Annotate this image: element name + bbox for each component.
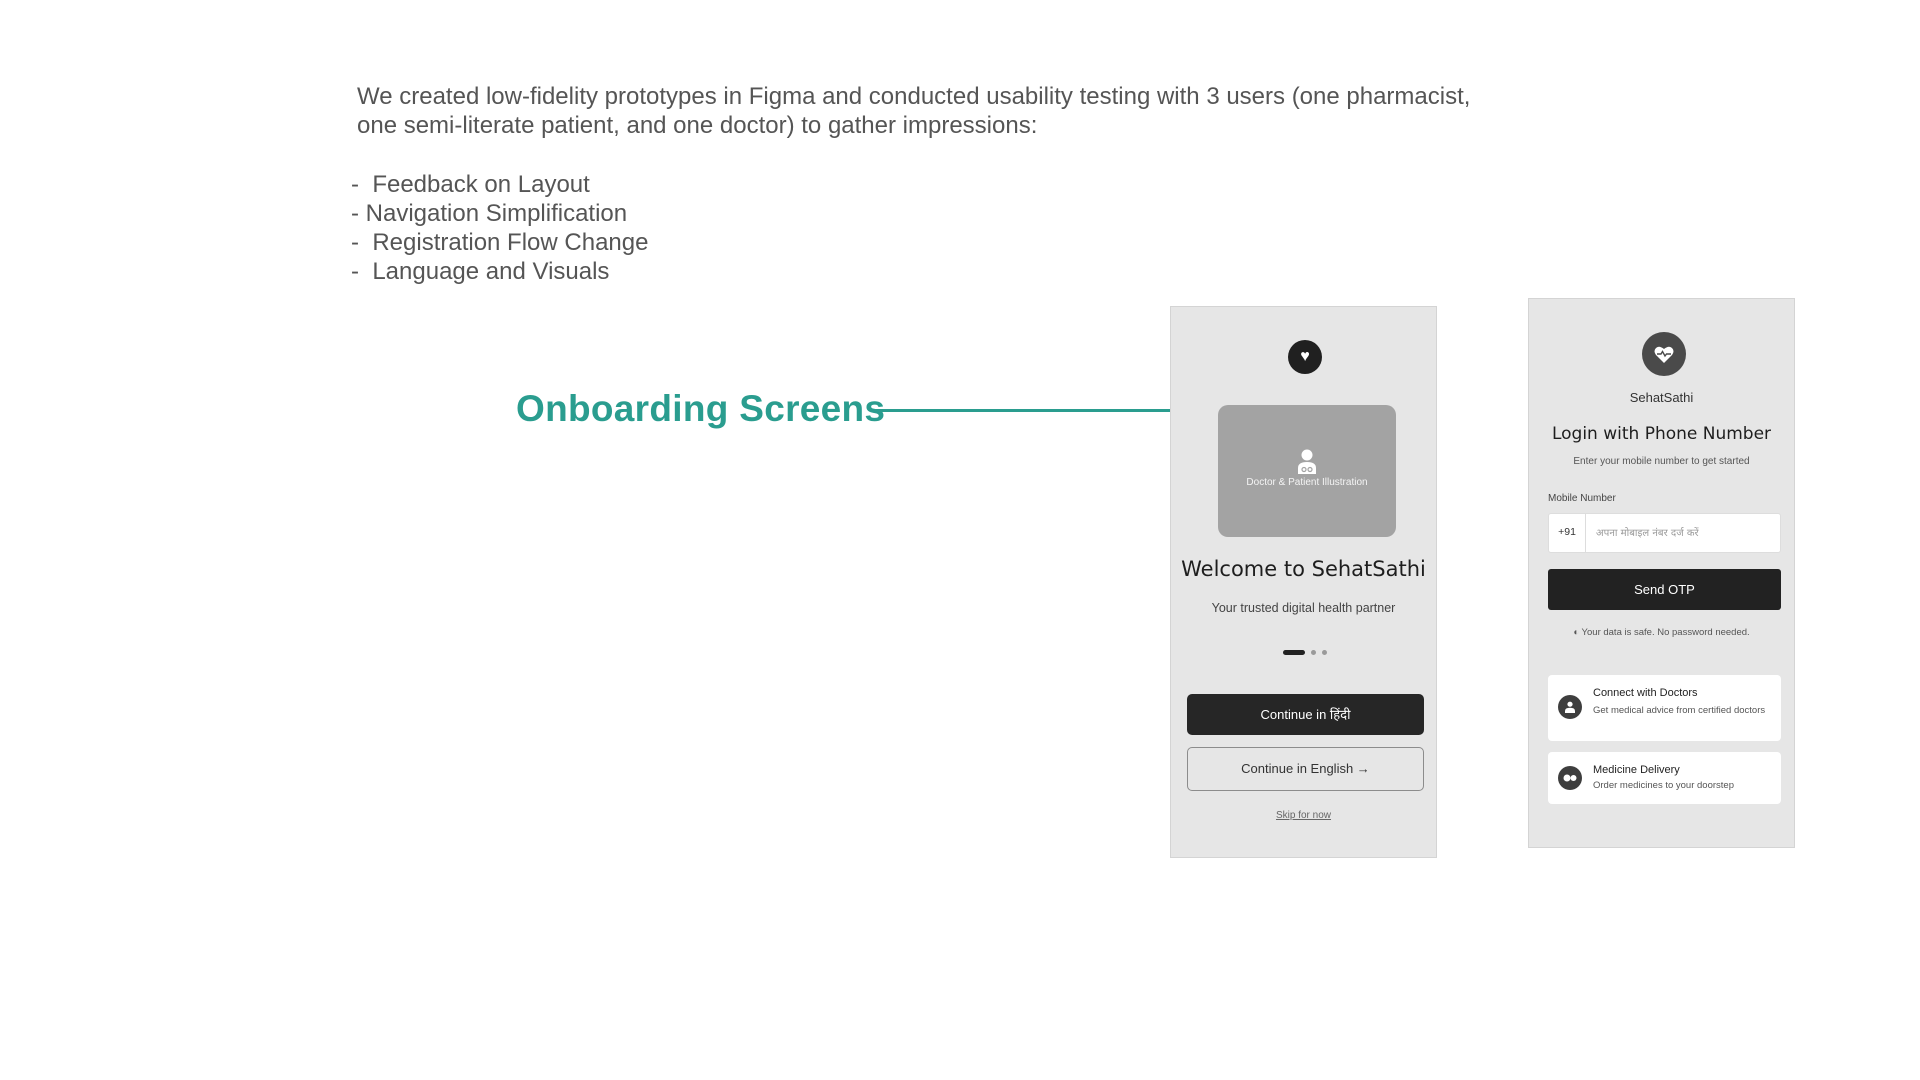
illustration-label: Doctor & Patient Illustration <box>1246 477 1368 488</box>
welcome-subtitle: Your trusted digital health partner <box>1211 601 1396 615</box>
login-subtitle: Enter your mobile number to get started <box>1573 456 1750 467</box>
doctor-icon <box>1558 695 1582 719</box>
feature-description: Get medical advice from certified doctor… <box>1593 705 1766 716</box>
welcome-title: Welcome to SehatSathi <box>1181 557 1426 581</box>
pager-dot[interactable] <box>1322 650 1327 655</box>
heart-icon: ♥ <box>1288 340 1322 374</box>
mobile-number-label: Mobile Number <box>1548 493 1616 504</box>
login-screen-mockup: SehatSathi Login with Phone Number Enter… <box>1528 298 1795 848</box>
country-code[interactable]: +91 <box>1549 514 1586 552</box>
feedback-item: - Navigation Simplification <box>351 200 628 227</box>
data-safety-note: ◐ Your data is safe. No password needed. <box>1573 627 1750 638</box>
send-otp-button[interactable]: Send OTP <box>1548 569 1781 610</box>
feature-description: Order medicines to your doorstep <box>1593 780 1734 791</box>
pills-icon <box>1558 766 1582 790</box>
feedback-item: - Registration Flow Change <box>351 229 649 256</box>
feedback-list: - Feedback on Layout - Navigation Simpli… <box>351 170 648 286</box>
continue-hindi-button[interactable]: Continue in हिंदी <box>1187 694 1424 735</box>
mobile-number-input[interactable] <box>1586 514 1776 552</box>
login-title: Login with Phone Number <box>1551 424 1772 444</box>
skip-link[interactable]: Skip for now <box>1171 810 1436 821</box>
illustration-placeholder: Doctor & Patient Illustration <box>1218 405 1396 537</box>
feature-title: Medicine Delivery <box>1593 764 1680 776</box>
onboarding-annotation-label: Onboarding Screens <box>516 388 886 429</box>
pager-dot-active[interactable] <box>1283 650 1305 655</box>
app-name: SehatSathi <box>1629 390 1694 405</box>
feature-card-doctors[interactable]: Connect with Doctors Get medical advice … <box>1548 675 1781 741</box>
feedback-item: - Feedback on Layout <box>351 171 590 198</box>
mobile-number-field[interactable]: +91 <box>1548 513 1781 553</box>
annotation-connector-line <box>873 409 1200 412</box>
intro-paragraph: We created low-fidelity prototypes in Fi… <box>357 83 1471 139</box>
continue-english-button[interactable]: Continue in English → <box>1187 747 1424 791</box>
feature-card-medicine-delivery[interactable]: Medicine Delivery Order medicines to you… <box>1548 752 1781 804</box>
welcome-screen-mockup: ♥ Doctor & Patient Illustration Welcome … <box>1170 306 1437 858</box>
heart-pulse-icon <box>1642 332 1686 376</box>
feature-title: Connect with Doctors <box>1593 687 1698 699</box>
doctor-patient-icon <box>1218 449 1396 479</box>
feedback-item: - Language and Visuals <box>351 258 610 285</box>
pager-dot[interactable] <box>1311 650 1316 655</box>
